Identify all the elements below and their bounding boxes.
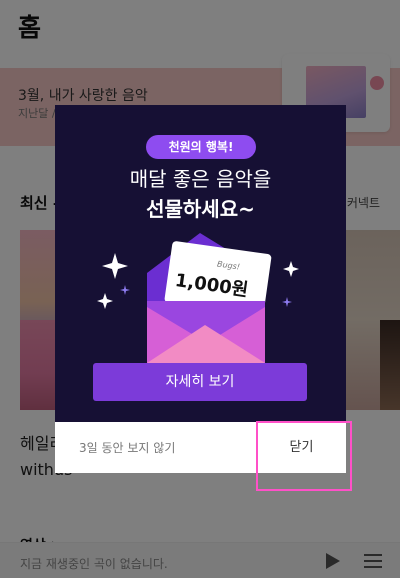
popup-body: 천원의 행복! 매달 좋은 음악을 선물하세요~ Bugs! 1,000원 자세…: [55, 105, 346, 422]
promo-pill: 천원의 행복!: [146, 135, 256, 159]
popup-headline-2: 선물하세요~: [146, 197, 255, 221]
promo-popup: 천원의 행복! 매달 좋은 음악을 선물하세요~ Bugs! 1,000원 자세…: [55, 105, 346, 473]
close-button-highlight: [256, 421, 352, 491]
gift-envelope-illustration: Bugs! 1,000원: [95, 225, 305, 365]
popup-headline-1: 매달 좋은 음악을: [129, 167, 272, 191]
detail-button[interactable]: 자세히 보기: [93, 363, 307, 401]
hide-3days-button[interactable]: 3일 동안 보지 않기: [79, 439, 175, 456]
